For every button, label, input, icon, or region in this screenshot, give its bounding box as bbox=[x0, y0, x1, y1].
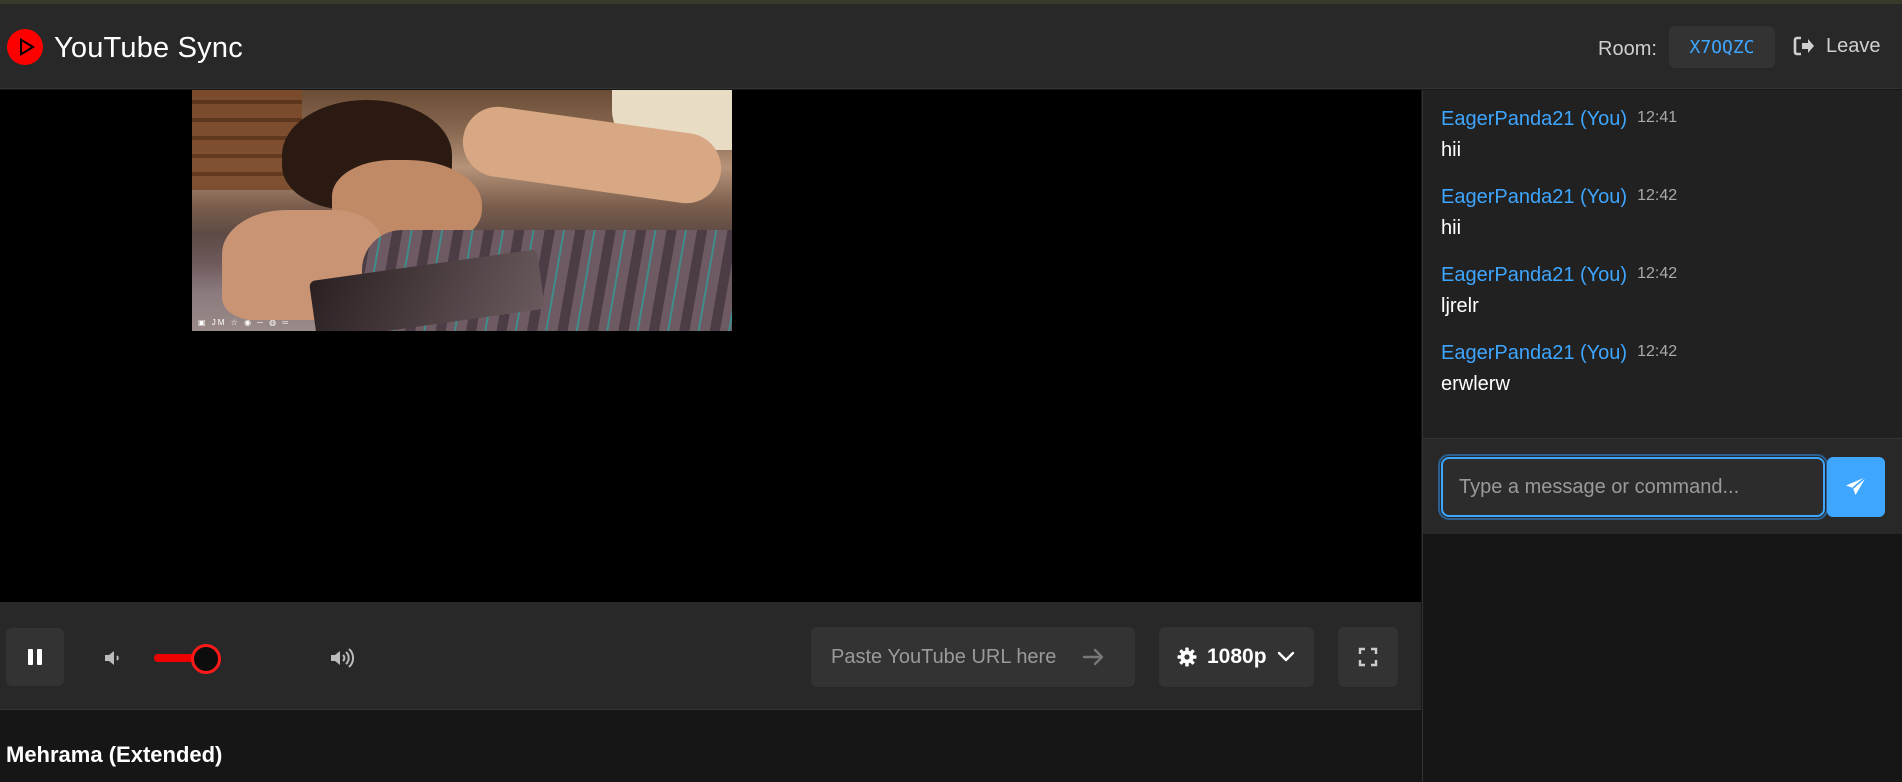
chat-message-list[interactable]: EagerPanda21 (You) 12:41 hii EagerPanda21… bbox=[1423, 90, 1902, 438]
youtube-play-icon bbox=[7, 29, 43, 65]
message-time: 12:42 bbox=[1637, 187, 1678, 204]
leave-button[interactable]: Leave bbox=[1792, 34, 1881, 58]
message-time: 12:42 bbox=[1637, 265, 1678, 282]
message-author[interactable]: EagerPanda21 (You) bbox=[1441, 186, 1627, 208]
player-controls: 1080p bbox=[0, 602, 1421, 710]
room-label: Room: bbox=[1598, 38, 1657, 60]
chevron-down-icon bbox=[1277, 651, 1294, 662]
chat-panel: EagerPanda21 (You) 12:41 hii EagerPanda21… bbox=[1422, 90, 1902, 782]
message-text: hii bbox=[1441, 217, 1462, 239]
chat-message-input[interactable] bbox=[1438, 454, 1828, 520]
chat-message: EagerPanda21 (You) 12:42 hii bbox=[1441, 186, 1677, 240]
pause-icon bbox=[28, 649, 42, 665]
youtube-url-input[interactable] bbox=[811, 627, 1091, 687]
app-title: YouTube Sync bbox=[54, 32, 243, 64]
message-time: 12:42 bbox=[1637, 343, 1678, 360]
channel-logos: ▣ JM ☆ ◉ ─ ◍ ═ bbox=[198, 318, 291, 327]
chat-message: EagerPanda21 (You) 12:42 erwlerw bbox=[1441, 342, 1677, 396]
gear-icon bbox=[1177, 647, 1197, 667]
leave-label: Leave bbox=[1826, 34, 1881, 57]
quality-select[interactable]: 1080p bbox=[1159, 627, 1314, 687]
chat-message: EagerPanda21 (You) 12:41 hii bbox=[1441, 108, 1677, 162]
message-author[interactable]: EagerPanda21 (You) bbox=[1441, 264, 1627, 286]
message-author[interactable]: EagerPanda21 (You) bbox=[1441, 342, 1627, 364]
volume-low-icon[interactable] bbox=[102, 646, 126, 670]
app-header: YouTube Sync Room: X7OQZC Leave bbox=[0, 4, 1902, 89]
volume-high-icon[interactable] bbox=[328, 646, 356, 670]
message-text: erwlerw bbox=[1441, 373, 1510, 395]
chat-composer bbox=[1423, 438, 1902, 534]
fullscreen-icon bbox=[1358, 647, 1378, 667]
send-button[interactable] bbox=[1827, 457, 1885, 517]
room-code-badge[interactable]: X7OQZC bbox=[1669, 26, 1775, 68]
url-input-group bbox=[811, 627, 1135, 687]
paper-plane-icon bbox=[1846, 476, 1867, 495]
video-player[interactable]: ▣ JM ☆ ◉ ─ ◍ ═ bbox=[0, 90, 1421, 602]
arrow-right-icon[interactable] bbox=[1081, 645, 1107, 669]
pause-button[interactable] bbox=[6, 628, 64, 686]
quality-value: 1080p bbox=[1207, 645, 1267, 668]
video-title: Mehrama (Extended) bbox=[6, 742, 223, 767]
message-author[interactable]: EagerPanda21 (You) bbox=[1441, 108, 1627, 130]
chat-message: EagerPanda21 (You) 12:42 ljrelr bbox=[1441, 264, 1677, 318]
volume-slider-handle[interactable] bbox=[191, 644, 221, 674]
video-frame: ▣ JM ☆ ◉ ─ ◍ ═ bbox=[192, 90, 732, 331]
sign-out-icon bbox=[1793, 36, 1814, 56]
message-time: 12:41 bbox=[1637, 109, 1678, 126]
message-text: hii bbox=[1441, 139, 1462, 161]
message-text: ljrelr bbox=[1441, 295, 1479, 317]
volume-slider[interactable] bbox=[154, 643, 284, 674]
fullscreen-button[interactable] bbox=[1338, 627, 1398, 687]
